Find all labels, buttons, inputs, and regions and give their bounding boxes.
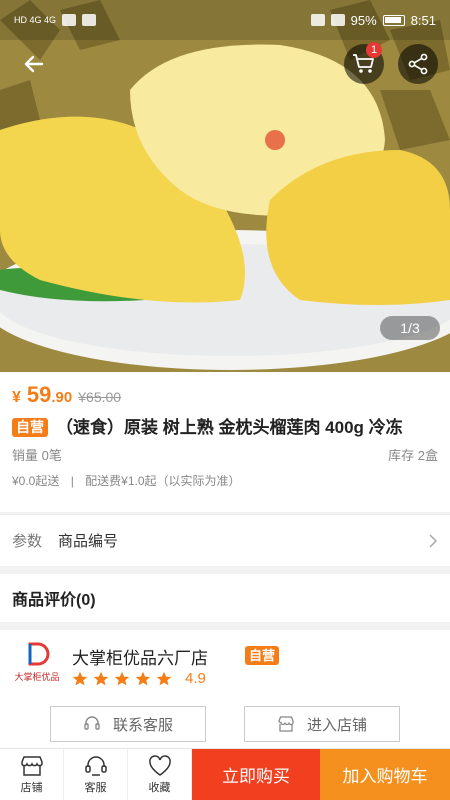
store-card: 大掌柜优品 大掌柜优品六厂店 自营 4.9 联系客服 进入店铺 bbox=[0, 630, 450, 748]
cart-count-badge: 1 bbox=[366, 42, 382, 58]
price-row: ¥ 59 .90 ¥65.00 bbox=[12, 382, 438, 408]
battery-icon bbox=[382, 14, 405, 26]
store-logo-text: 大掌柜优品 bbox=[14, 671, 59, 683]
back-arrow-icon bbox=[24, 55, 44, 73]
store-icon bbox=[278, 716, 294, 732]
eye-icon bbox=[310, 14, 325, 26]
star-icon bbox=[93, 671, 109, 685]
price-integer: 59 bbox=[26, 382, 52, 407]
star-icon bbox=[156, 671, 172, 685]
chevron-right-icon bbox=[429, 533, 438, 548]
price-decimal: .90 bbox=[51, 389, 73, 406]
bottom-favorite-label: 收藏 bbox=[148, 781, 171, 794]
min-order: ¥0.0起送 bbox=[12, 474, 60, 488]
star-icon bbox=[72, 671, 88, 685]
gallery-pager: 1/3 bbox=[380, 316, 440, 340]
status-bar: HD 4G 4G 95% 8:51 bbox=[0, 0, 450, 40]
params-value: 商品编号 bbox=[58, 533, 119, 550]
params-label: 参数 bbox=[12, 533, 43, 550]
bottom-service-label: 客服 bbox=[84, 781, 107, 794]
product-info: ¥ 59 .90 ¥65.00 自营 （速食）原装 树上熟 金枕头榴莲肉 400g… bbox=[0, 372, 450, 512]
clock: 8:51 bbox=[410, 12, 436, 28]
enter-store-button[interactable]: 进入店铺 bbox=[244, 706, 400, 742]
product-title-row: 自营 （速食）原装 树上熟 金枕头榴莲肉 400g 冷冻 bbox=[12, 416, 438, 439]
back-button[interactable] bbox=[14, 44, 54, 84]
bottom-shop-button[interactable]: 店铺 bbox=[0, 749, 64, 800]
delivery-fee: 配送费¥1.0起（以实际为准） bbox=[85, 474, 241, 488]
reviews-section[interactable]: 商品评价(0) bbox=[0, 574, 450, 622]
battery-percent: 95% bbox=[350, 12, 377, 28]
network-indicator: HD 4G 4G bbox=[14, 15, 57, 25]
bottom-shop-label: 店铺 bbox=[20, 781, 43, 794]
params-row[interactable]: 参数 商品编号 bbox=[0, 514, 450, 566]
star-icon bbox=[135, 671, 151, 685]
divider: | bbox=[70, 474, 74, 488]
app-notification-icon bbox=[82, 14, 97, 26]
contact-service-label: 联系客服 bbox=[112, 716, 173, 734]
stock-count: 库存 2盒 bbox=[388, 448, 438, 463]
store-rating-value: 4.9 bbox=[185, 670, 206, 687]
shipping-info: ¥0.0起送 | 配送费¥1.0起（以实际为准） bbox=[12, 472, 438, 489]
heart-icon bbox=[148, 754, 171, 776]
bottom-action-bar: 店铺 客服 收藏 立即购买 加入购物车 bbox=[0, 748, 450, 800]
store-rating: 4.9 bbox=[72, 670, 206, 687]
product-title: （速食）原装 树上熟 金枕头榴莲肉 400g 冷冻 bbox=[56, 418, 403, 437]
store-icon bbox=[20, 755, 43, 776]
reviews-title: 商品评价(0) bbox=[12, 592, 96, 609]
store-self-tag: 自营 bbox=[245, 646, 280, 665]
self-operated-tag: 自营 bbox=[12, 418, 48, 437]
headset-icon bbox=[84, 755, 107, 776]
alarm-icon bbox=[330, 14, 345, 26]
sales-stock-row: 销量 0笔 库存 2盒 bbox=[12, 445, 438, 464]
sales-count: 销量 0笔 bbox=[12, 448, 62, 463]
store-name[interactable]: 大掌柜优品六厂店 bbox=[72, 644, 208, 669]
bottom-service-button[interactable]: 客服 bbox=[64, 749, 128, 800]
price-symbol: ¥ bbox=[12, 389, 21, 406]
enter-store-label: 进入店铺 bbox=[306, 716, 367, 734]
buy-now-button[interactable]: 立即购买 bbox=[192, 749, 320, 800]
cart-button[interactable]: 1 bbox=[344, 42, 384, 84]
store-logo[interactable]: 大掌柜优品 bbox=[12, 640, 62, 684]
headset-icon bbox=[84, 716, 100, 730]
original-price: ¥65.00 bbox=[78, 389, 122, 405]
wifi-icon bbox=[62, 14, 77, 26]
contact-service-button[interactable]: 联系客服 bbox=[50, 706, 206, 742]
share-button[interactable] bbox=[398, 44, 438, 84]
star-icon bbox=[114, 671, 130, 685]
product-gallery[interactable]: HD 4G 4G 95% 8:51 1 1/3 bbox=[0, 0, 450, 372]
add-to-cart-button[interactable]: 加入购物车 bbox=[320, 749, 450, 800]
bottom-favorite-button[interactable]: 收藏 bbox=[128, 749, 192, 800]
share-icon bbox=[408, 53, 428, 75]
